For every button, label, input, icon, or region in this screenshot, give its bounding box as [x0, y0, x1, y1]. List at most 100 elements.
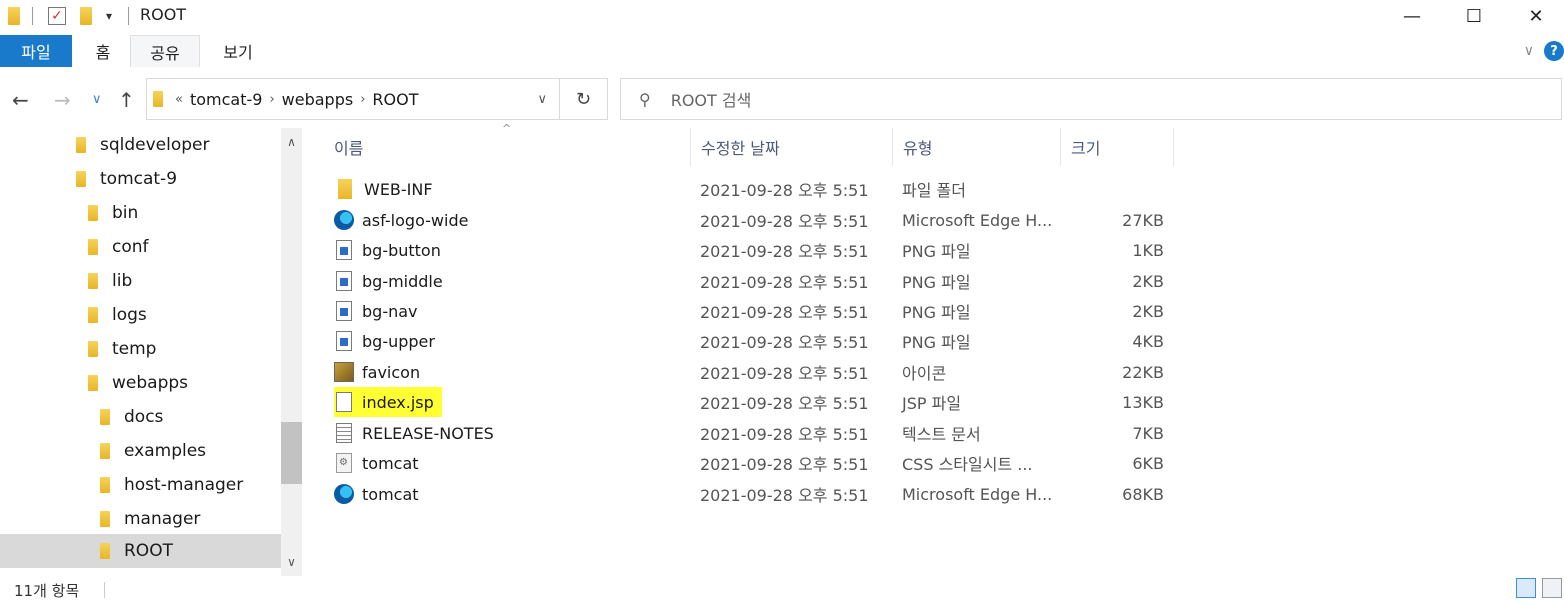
file-date: 2021-09-28 오후 5:51 [700, 364, 869, 383]
close-button[interactable]: ✕ [1506, 0, 1564, 32]
properties-checkbox-icon[interactable]: ✓ [48, 6, 66, 26]
tree-item-webapps[interactable]: webapps [88, 366, 188, 400]
file-size: 13KB [1122, 392, 1164, 412]
file-size: 6KB [1132, 453, 1164, 473]
up-button[interactable]: ↑ [118, 88, 135, 112]
search-input[interactable]: ⚲ ROOT 검색 [620, 78, 1562, 120]
tree-item-label: ROOT [124, 541, 173, 561]
details-view-icon[interactable] [1516, 578, 1536, 598]
maximize-button[interactable]: ☐ [1444, 0, 1504, 32]
address-dropdown-button[interactable]: ∨ [537, 92, 547, 107]
divider [104, 582, 105, 598]
folder-icon [100, 443, 110, 459]
tree-item-sqldeveloper[interactable]: sqldeveloper [76, 128, 210, 162]
scroll-thumb[interactable] [281, 422, 302, 484]
file-type: 아이콘 [902, 364, 947, 383]
file-date: 2021-09-28 오후 5:51 [700, 333, 869, 352]
png-file-icon [336, 301, 352, 321]
scroll-down-button[interactable]: ∨ [281, 552, 302, 572]
scroll-up-button[interactable]: ∧ [281, 132, 302, 152]
folder-icon [88, 341, 98, 357]
file-type: PNG 파일 [902, 242, 971, 261]
new-folder-icon[interactable] [80, 6, 92, 26]
file-row[interactable]: asf-logo-wide 2021-09-28 오후 5:51 Microso… [330, 205, 1170, 235]
folder-icon [76, 171, 86, 187]
file-name: RELEASE-NOTES [362, 423, 494, 443]
tab-share[interactable]: 공유 [130, 35, 200, 67]
column-header-type[interactable]: 유형 [892, 128, 1060, 166]
file-row[interactable]: RELEASE-NOTES 2021-09-28 오후 5:51 텍스트 문서 … [330, 418, 1170, 448]
tomcat-ico-icon [334, 362, 354, 382]
file-name: bg-upper [362, 331, 435, 351]
title-bar: ✓ ▾ ROOT — ☐ ✕ [0, 0, 1564, 32]
folder-icon [153, 91, 163, 107]
tree-item-tomcat-9[interactable]: tomcat-9 [76, 162, 177, 196]
large-icons-view-icon[interactable] [1542, 578, 1562, 598]
tree-item-lib[interactable]: lib [88, 264, 132, 298]
tree-item-docs[interactable]: docs [100, 400, 163, 434]
tree-item-examples[interactable]: examples [100, 434, 206, 468]
folder-icon [88, 205, 98, 221]
breadcrumb-tomcat-9[interactable]: tomcat-9 [190, 90, 262, 109]
file-row[interactable]: tomcat 2021-09-28 오후 5:51 CSS 스타일시트 ... … [330, 448, 1170, 478]
file-row[interactable]: tomcat 2021-09-28 오후 5:51 Microsoft Edge… [330, 479, 1170, 509]
column-header-date[interactable]: 수정한 날짜 [690, 128, 892, 166]
tree-item-conf[interactable]: conf [88, 230, 149, 264]
file-row[interactable]: bg-middle 2021-09-28 오후 5:51 PNG 파일 2KB [330, 266, 1170, 296]
tree-item-label: lib [112, 271, 133, 291]
help-icon[interactable]: ? [1544, 41, 1564, 61]
file-row[interactable]: WEB-INF 2021-09-28 오후 5:51 파일 폴더 [330, 174, 1170, 204]
divider [32, 7, 33, 25]
tree-item-logs[interactable]: logs [88, 298, 147, 332]
file-name: bg-middle [362, 271, 443, 291]
folder-icon [100, 543, 110, 559]
breadcrumb-separator[interactable]: › [360, 92, 365, 107]
breadcrumb-root[interactable]: ROOT [372, 90, 418, 109]
column-header-size[interactable]: 크기 [1060, 128, 1174, 166]
tree-item-label: bin [112, 203, 139, 223]
breadcrumb-webapps[interactable]: webapps [282, 90, 354, 109]
nav-scrollbar[interactable]: ∧ ∨ [281, 128, 302, 576]
tab-file[interactable]: 파일 [0, 35, 72, 67]
file-row[interactable]: bg-button 2021-09-28 오후 5:51 PNG 파일 1KB [330, 235, 1170, 265]
tree-item-host-manager[interactable]: host-manager [100, 468, 243, 502]
text-file-icon [336, 423, 352, 443]
file-name: favicon [362, 362, 421, 382]
file-row[interactable]: bg-nav 2021-09-28 오후 5:51 PNG 파일 2KB [330, 296, 1170, 326]
forward-button[interactable]: → [54, 88, 71, 112]
customize-quick-access-button[interactable]: ▾ [106, 6, 112, 26]
expand-ribbon-icon[interactable]: ∨ [1524, 43, 1534, 59]
tree-item-label: temp [112, 339, 157, 359]
back-button[interactable]: ← [12, 88, 29, 112]
file-type: JSP 파일 [902, 394, 962, 413]
breadcrumb-separator[interactable]: › [269, 92, 274, 107]
divider [128, 7, 129, 25]
file-row[interactable]: favicon 2021-09-28 오후 5:51 아이콘 22KB [330, 357, 1170, 387]
tab-home[interactable]: 홈 [80, 35, 126, 67]
tree-item-manager[interactable]: manager [100, 502, 200, 536]
minimize-button[interactable]: — [1382, 0, 1442, 32]
file-type: Microsoft Edge H... [902, 484, 1053, 504]
tree-item-label: tomcat-9 [100, 169, 178, 189]
overflow-chevron[interactable]: « [175, 92, 183, 107]
file-row[interactable]: bg-upper 2021-09-28 오후 5:51 PNG 파일 4KB [330, 326, 1170, 356]
folder-icon [88, 239, 98, 255]
folder-icon [8, 6, 20, 26]
png-file-icon [336, 271, 352, 291]
tree-item-root[interactable]: ROOT [0, 534, 281, 568]
refresh-button[interactable]: ↻ [560, 78, 608, 120]
folder-icon [100, 511, 110, 527]
tree-item-bin[interactable]: bin [88, 196, 138, 230]
file-name: bg-nav [362, 301, 418, 321]
recent-locations-button[interactable]: ∨ [92, 92, 102, 107]
address-bar[interactable]: « tomcat-9 › webapps › ROOT ∨ [146, 78, 560, 120]
folder-icon [88, 375, 98, 391]
tab-view[interactable]: 보기 [204, 35, 272, 67]
window-title: ROOT [140, 5, 187, 24]
file-type: PNG 파일 [902, 273, 971, 292]
tree-item-temp[interactable]: temp [88, 332, 156, 366]
file-name: WEB-INF [364, 179, 433, 199]
file-date: 2021-09-28 오후 5:51 [700, 273, 869, 292]
column-header-name[interactable]: 이름 [324, 128, 690, 166]
file-row[interactable]: index.jsp 2021-09-28 오후 5:51 JSP 파일 13KB [330, 387, 1170, 417]
